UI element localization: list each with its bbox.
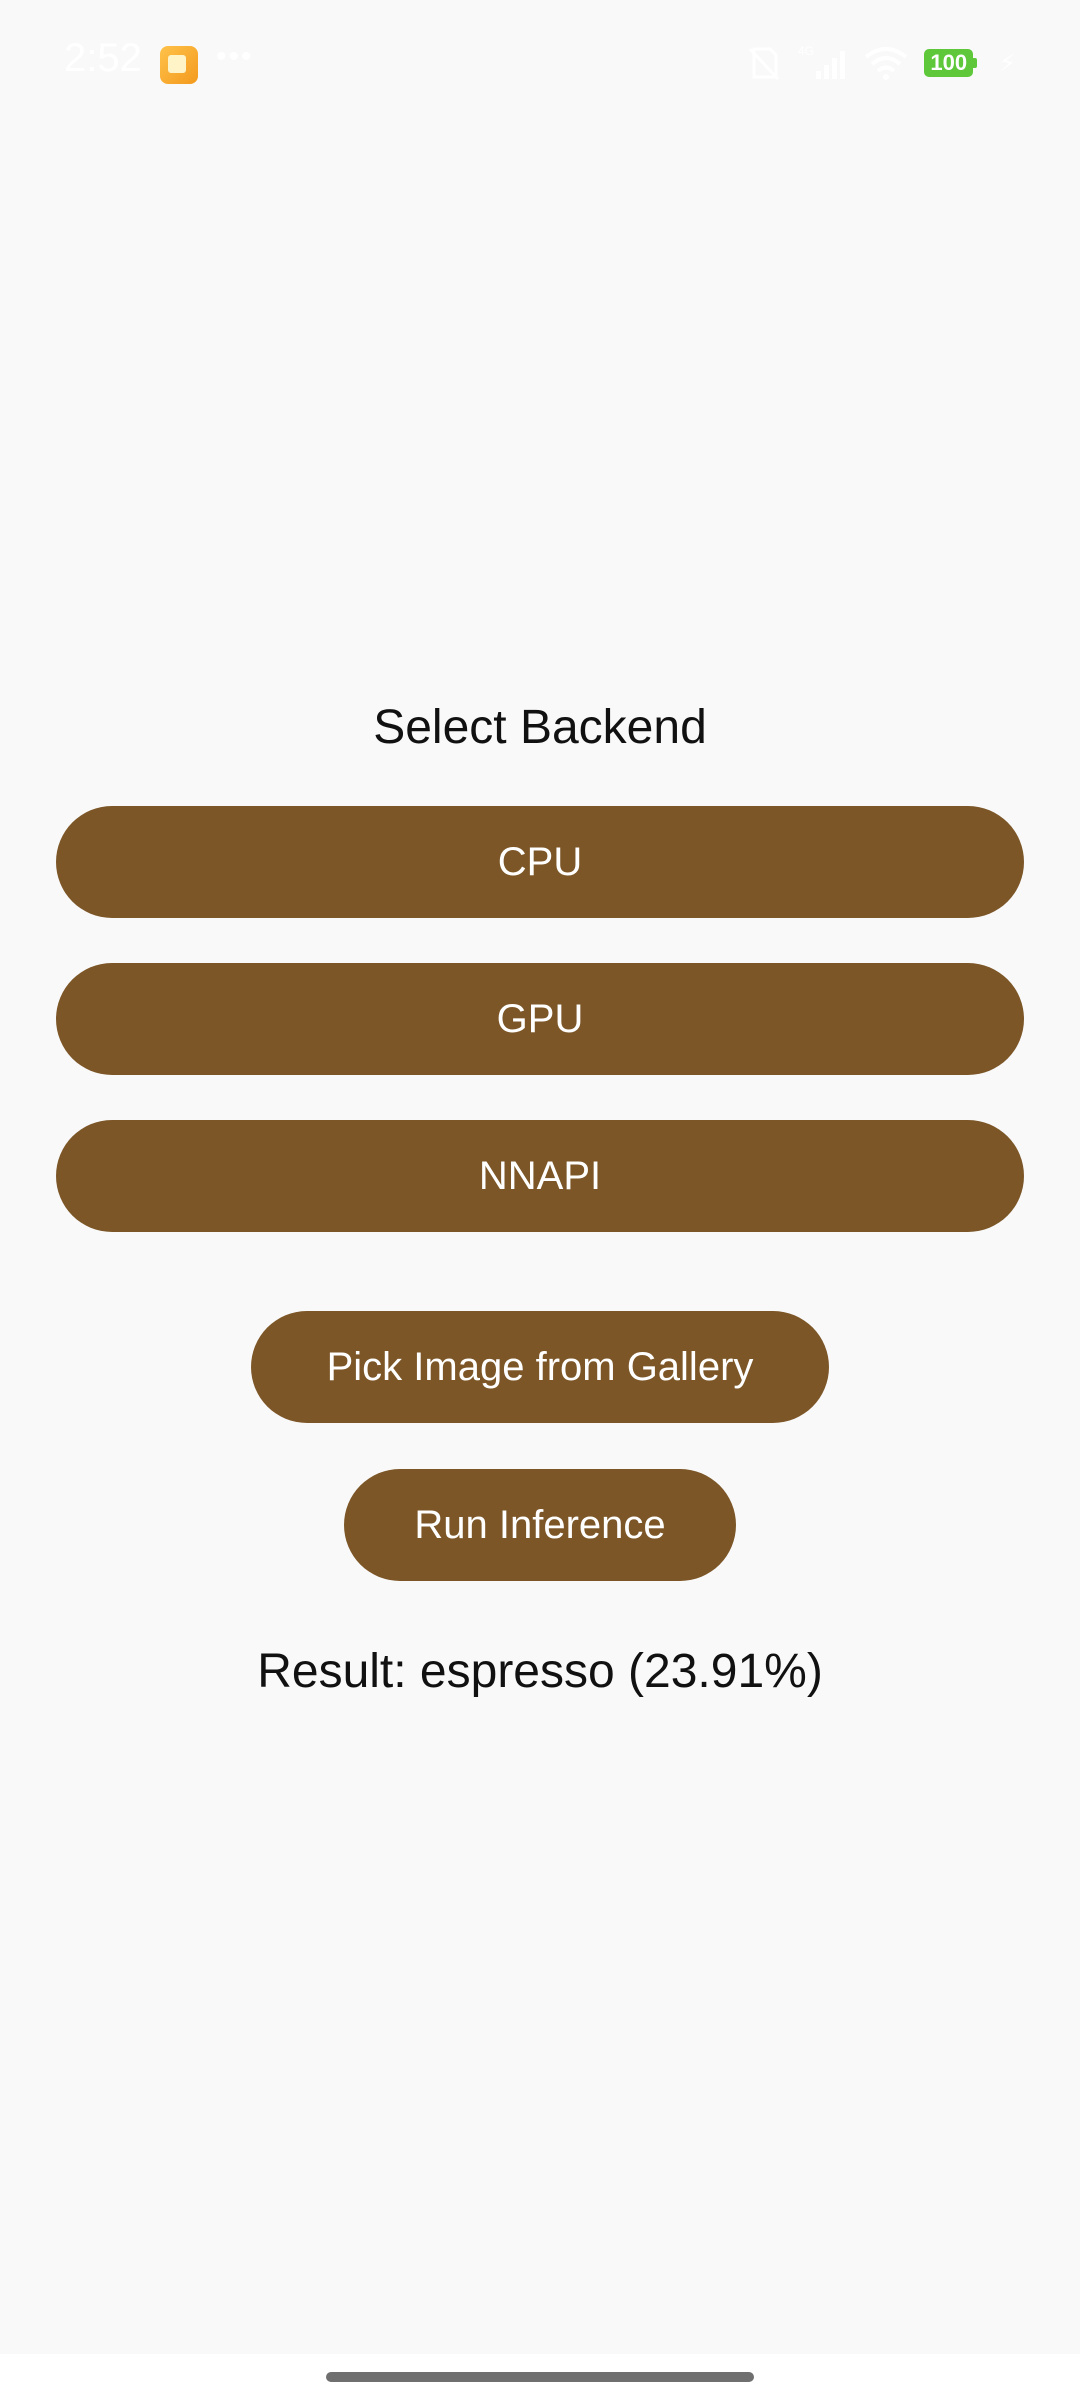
status-bar: 2:52 ••• 4G 100 ⚡ [0, 0, 1080, 126]
battery-icon: 100 [924, 49, 978, 77]
charging-icon: ⚡ [999, 49, 1016, 77]
select-backend-title: Select Backend [373, 701, 707, 754]
nnapi-backend-button[interactable]: NNAPI [56, 1120, 1024, 1232]
gpu-backend-button[interactable]: GPU [56, 963, 1024, 1075]
cellular-signal-icon: 4G [798, 43, 848, 83]
pick-image-button[interactable]: Pick Image from Gallery [251, 1311, 829, 1423]
wifi-icon [862, 43, 910, 83]
more-notifications-icon: ••• [216, 40, 254, 73]
cpu-backend-button[interactable]: CPU [56, 806, 1024, 918]
battery-level: 100 [924, 49, 974, 77]
status-icons: 4G 100 ⚡ [744, 40, 1016, 86]
notes-app-notification-icon [160, 46, 198, 84]
home-indicator[interactable] [326, 2372, 754, 2382]
run-inference-button[interactable]: Run Inference [344, 1469, 736, 1581]
no-sim-icon [744, 43, 784, 83]
inference-result-text: Result: espresso (23.91%) [257, 1645, 823, 1698]
network-type-label: 4G [798, 44, 814, 58]
app-screen: 2:52 ••• 4G 100 ⚡ Select Backend CPU GPU… [0, 0, 1080, 2400]
status-time: 2:52 [64, 36, 142, 80]
